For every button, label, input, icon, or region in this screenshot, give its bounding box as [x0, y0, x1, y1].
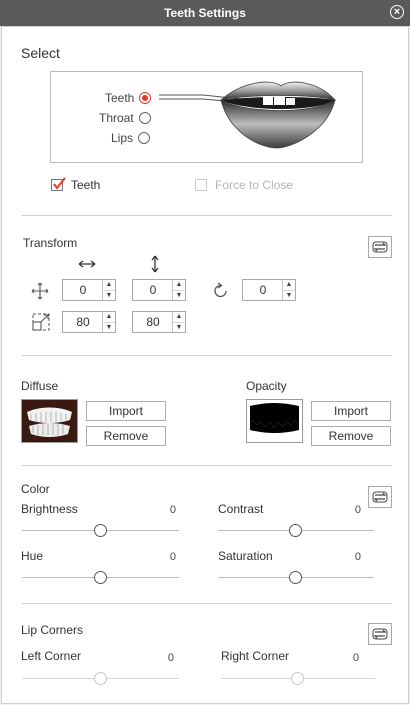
teeth-checkbox-label: Teeth — [71, 178, 101, 192]
diffuse-import-button[interactable]: Import — [86, 401, 166, 421]
close-icon[interactable]: × — [390, 5, 404, 19]
right-corner-label: Right Corner — [221, 649, 290, 663]
saturation-value: 0 — [354, 551, 361, 563]
title-bar: Teeth Settings × — [0, 0, 410, 26]
scale-x-up-icon[interactable]: ▲ — [103, 312, 115, 323]
lip-corners-heading: Lip Corners — [21, 623, 84, 637]
reset-icon — [372, 628, 388, 640]
color-reset-button[interactable] — [368, 486, 392, 508]
scale-y-down-icon[interactable]: ▼ — [173, 323, 185, 333]
scale-y-up-icon[interactable]: ▲ — [173, 312, 185, 323]
scale-x-stepper[interactable]: 80 ▲ ▼ — [62, 311, 116, 333]
scale-x-down-icon[interactable]: ▼ — [103, 323, 115, 333]
scale-y-value[interactable]: 80 — [133, 312, 173, 332]
move-x-up-icon[interactable]: ▲ — [103, 280, 115, 291]
hue-label: Hue — [21, 549, 44, 563]
transform-heading: Transform — [23, 236, 78, 250]
diffuse-heading: Diffuse — [21, 379, 59, 393]
mouth-image — [159, 81, 337, 149]
move-y-value[interactable]: 0 — [133, 280, 173, 300]
move-x-stepper[interactable]: 0 ▲ ▼ — [62, 279, 116, 301]
brightness-slider-thumb[interactable] — [94, 524, 107, 537]
teeth-checkbox[interactable]: Teeth — [51, 177, 101, 192]
mouth-preview: Teeth Throat Lips — [50, 71, 363, 163]
force-close-label: Force to Close — [215, 178, 294, 192]
left-corner-label: Left Corner — [21, 649, 82, 663]
move-y-down-icon[interactable]: ▼ — [173, 291, 185, 301]
settings-panel: Select Teeth Throat Lips Teeth Force to … — [1, 26, 409, 704]
rotate-stepper[interactable]: 0 ▲ ▼ — [242, 279, 296, 301]
rotate-icon — [214, 282, 227, 298]
checkmark-icon — [53, 177, 66, 190]
color-heading: Color — [21, 482, 50, 496]
move-x-down-icon[interactable]: ▼ — [103, 291, 115, 301]
contrast-slider-thumb[interactable] — [289, 524, 302, 537]
left-corner-value: 0 — [167, 652, 174, 664]
hue-value: 0 — [169, 551, 176, 563]
right-corner-value: 0 — [352, 652, 359, 664]
opacity-thumbnail — [246, 399, 303, 443]
scale-y-stepper[interactable]: 80 ▲ ▼ — [132, 311, 186, 333]
opacity-heading: Opacity — [246, 379, 287, 393]
divider — [22, 603, 392, 604]
saturation-slider-thumb[interactable] — [289, 571, 302, 584]
lip-corners-reset-button[interactable] — [368, 623, 392, 645]
scale-icon — [32, 313, 50, 331]
move-y-up-icon[interactable]: ▲ — [173, 280, 185, 291]
window-title: Teeth Settings — [164, 6, 246, 20]
transform-reset-button[interactable] — [368, 236, 392, 258]
move-icon — [31, 282, 49, 300]
divider — [22, 355, 392, 356]
move-y-stepper[interactable]: 0 ▲ ▼ — [132, 279, 186, 301]
opacity-remove-button[interactable]: Remove — [311, 426, 391, 446]
horizontal-arrow-icon — [78, 260, 96, 268]
hue-slider-thumb[interactable] — [94, 571, 107, 584]
force-close-checkbox-box[interactable] — [195, 179, 207, 191]
rotate-up-icon[interactable]: ▲ — [283, 280, 295, 291]
scale-x-value[interactable]: 80 — [63, 312, 103, 332]
rotate-value[interactable]: 0 — [243, 280, 283, 300]
move-x-value[interactable]: 0 — [63, 280, 103, 300]
divider — [22, 465, 392, 466]
brightness-value: 0 — [169, 504, 176, 516]
force-close-checkbox[interactable]: Force to Close — [195, 178, 293, 192]
brightness-label: Brightness — [21, 502, 78, 516]
diffuse-remove-button[interactable]: Remove — [86, 426, 166, 446]
contrast-value: 0 — [354, 504, 361, 516]
opacity-import-button[interactable]: Import — [311, 401, 391, 421]
divider — [22, 215, 392, 216]
left-corner-slider-thumb[interactable] — [94, 672, 107, 685]
right-corner-slider-thumb[interactable] — [291, 672, 304, 685]
reset-icon — [372, 491, 388, 503]
teeth-checkbox-box[interactable] — [51, 177, 66, 191]
rotate-down-icon[interactable]: ▼ — [283, 291, 295, 301]
diffuse-thumbnail — [21, 399, 78, 443]
vertical-arrow-icon — [151, 255, 159, 273]
contrast-label: Contrast — [218, 502, 264, 516]
reset-icon — [372, 241, 388, 253]
saturation-label: Saturation — [218, 549, 273, 563]
select-heading: Select — [21, 45, 60, 61]
